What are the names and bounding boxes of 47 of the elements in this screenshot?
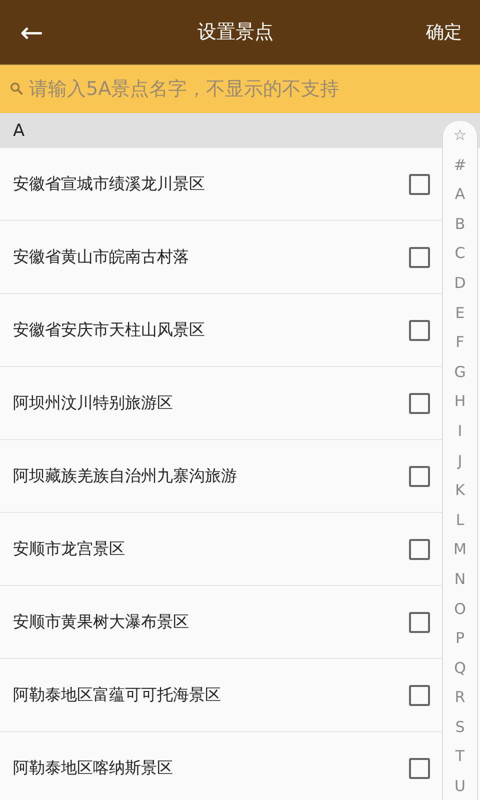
index-letter[interactable]: # xyxy=(454,150,466,180)
index-letter[interactable]: G xyxy=(454,358,466,388)
index-letter[interactable]: S xyxy=(455,712,465,742)
confirm-button[interactable]: 确定 xyxy=(420,20,468,44)
checkbox[interactable] xyxy=(409,392,430,414)
index-letter[interactable]: C xyxy=(454,239,466,269)
index-letter[interactable]: T xyxy=(455,742,465,772)
index-letter[interactable]: E xyxy=(455,298,465,328)
scenic-spot-name: 阿坝州汶川特别旅游区 xyxy=(13,392,173,414)
index-letter[interactable]: H xyxy=(454,387,466,417)
checkbox[interactable] xyxy=(409,684,430,706)
index-letter[interactable]: ☆ xyxy=(453,121,467,151)
index-letter[interactable]: J xyxy=(458,446,462,476)
search-field[interactable]: 请输入5A景点名字，不显示的不支持 xyxy=(0,65,480,113)
index-letter[interactable]: P xyxy=(455,624,465,654)
back-button[interactable]: ← xyxy=(12,16,52,48)
search-icon xyxy=(10,82,23,95)
checkbox[interactable] xyxy=(409,246,430,268)
index-letter[interactable]: I xyxy=(458,416,462,447)
index-letter[interactable]: F xyxy=(456,328,464,358)
section-letter: A xyxy=(13,120,25,140)
scenic-spot-name: 阿勒泰地区喀纳斯景区 xyxy=(13,758,173,778)
index-letter[interactable]: U xyxy=(454,772,466,800)
index-letter[interactable]: M xyxy=(454,535,466,565)
index-letter[interactable]: Q xyxy=(454,654,466,684)
index-letter[interactable]: N xyxy=(454,564,466,594)
checkbox[interactable] xyxy=(409,320,430,340)
scenic-spot-name: 安顺市黄果树大瀑布景区 xyxy=(13,612,189,632)
index-letter[interactable]: K xyxy=(455,476,465,506)
scenic-spot-name: 安顺市龙宫景区 xyxy=(13,538,125,560)
index-letter[interactable]: L xyxy=(456,506,464,536)
checkbox[interactable] xyxy=(409,612,430,632)
index-letter[interactable]: O xyxy=(454,594,466,624)
index-letter[interactable]: D xyxy=(454,268,466,299)
index-letter[interactable]: R xyxy=(454,683,466,713)
checkbox[interactable] xyxy=(409,758,430,778)
checkbox[interactable] xyxy=(409,538,430,560)
page-title: 设置景点 xyxy=(198,20,274,45)
scenic-spot-name: 阿勒泰地区富蕴可可托海景区 xyxy=(13,684,221,706)
scenic-spot-name: 安徽省黄山市皖南古村落 xyxy=(13,246,189,268)
index-letter[interactable]: A xyxy=(454,180,466,210)
index-letter[interactable]: B xyxy=(454,210,466,240)
checkbox[interactable] xyxy=(409,174,430,194)
scenic-spot-name: 阿坝藏族羌族自治州九寨沟旅游 xyxy=(13,466,237,486)
checkbox[interactable] xyxy=(409,466,430,486)
scenic-spot-name: 安徽省安庆市天柱山风景区 xyxy=(13,320,205,340)
scenic-spot-name: 安徽省宣城市绩溪龙川景区 xyxy=(13,174,205,194)
